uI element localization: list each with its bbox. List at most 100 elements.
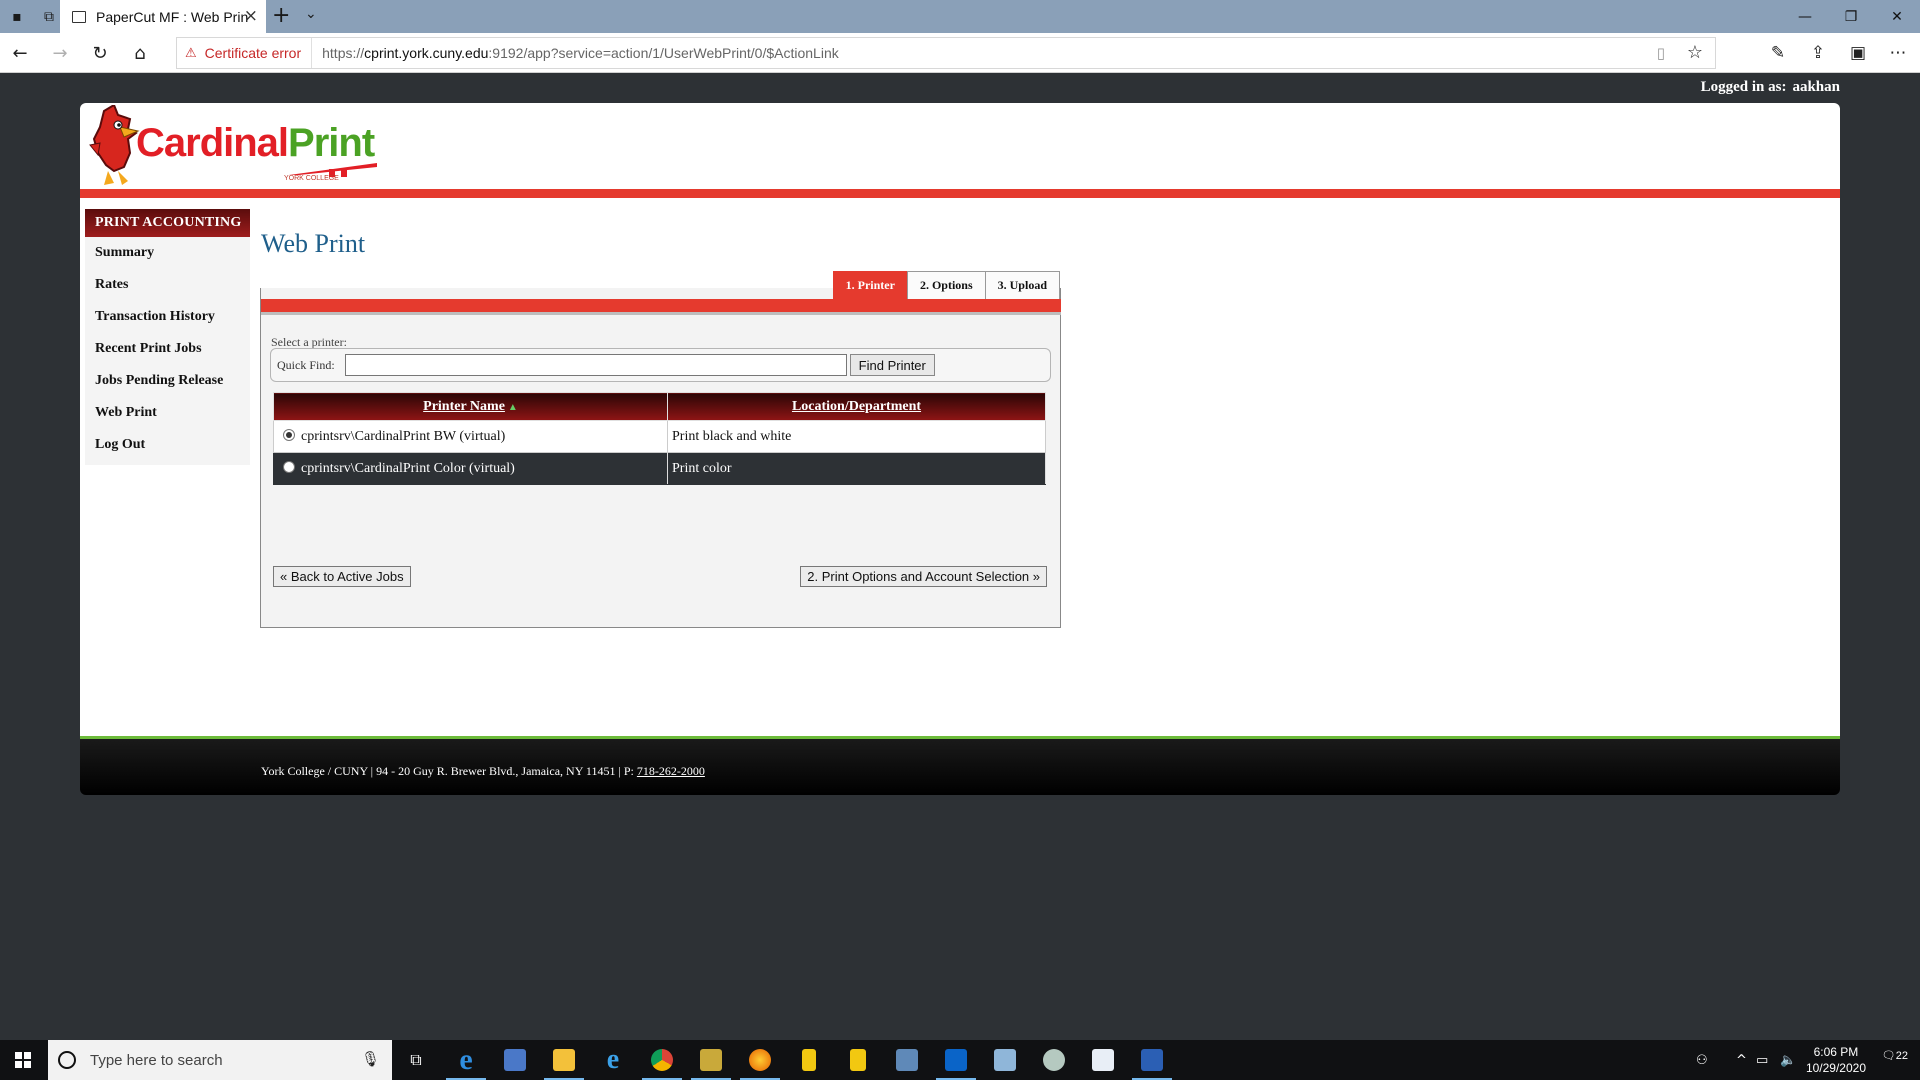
page-icon [72,10,86,23]
home-icon[interactable]: ⌂ [120,33,160,73]
taskbar-clock[interactable]: 6:06 PM 10/29/2020 [1806,1044,1866,1076]
footer-address: York College / CUNY | 94 - 20 Guy R. Bre… [261,764,637,778]
forward-arrow-icon[interactable]: → [40,33,80,73]
reading-view-icon[interactable]: ▯ [1657,44,1665,62]
tab-title: PaperCut MF : Web Prin [96,8,249,25]
address-bar[interactable]: ⚠ Certificate error https://cprint.york.… [176,37,1716,69]
printer-radio-color[interactable] [283,460,295,473]
sidebar-item-transaction-history[interactable]: Transaction History [85,301,250,333]
wizard-band-shadow [261,312,1061,315]
table-row[interactable]: cprintsrv\CardinalPrint BW (virtual) Pri… [273,420,1046,453]
firefox-icon[interactable] [736,1040,784,1080]
sidebar-item-web-print[interactable]: Web Print [85,397,250,429]
printer-table: Printer Name ▲ Location/Department cprint… [273,392,1046,485]
table-row[interactable]: cprintsrv\CardinalPrint Color (virtual) … [273,452,1046,485]
sidebar-item-rates[interactable]: Rates [85,269,250,301]
app-icon-1[interactable] [491,1040,539,1080]
chevron-down-icon[interactable]: ⌄ [305,6,317,22]
microphone-icon[interactable]: 🎙 [361,1050,380,1068]
location-header-label: Location/Department [791,398,922,414]
notification-center-icon[interactable]: 🗨22 [1882,1049,1908,1062]
windows-logo-icon [15,1052,31,1068]
app-icon-4[interactable] [834,1040,882,1080]
url-host: cprint.york.cuny.edu [364,45,489,61]
quick-find-bar: Quick Find: Find Printer [270,348,1051,382]
outlook-icon[interactable] [932,1040,980,1080]
sidebar-item-summary[interactable]: Summary [85,237,250,269]
clock-time: 6:06 PM [1813,1045,1859,1059]
restore-icon[interactable]: ❐ [1828,0,1874,33]
find-printer-button[interactable]: Find Printer [849,354,935,376]
url-prefix: https:// [322,45,365,61]
location-cell: Print color [667,452,1046,485]
internet-explorer-icon[interactable]: e [589,1040,637,1080]
sidebar-item-jobs-pending-release[interactable]: Jobs Pending Release [85,365,250,397]
clock-date: 10/29/2020 [1805,1061,1866,1075]
back-to-active-jobs-button[interactable]: « Back to Active Jobs [273,566,411,587]
printer-name: cprintsrv\CardinalPrint BW (virtual) [301,428,506,444]
new-tab-icon[interactable]: + [272,3,290,28]
step-printer: 1. Printer [832,271,908,299]
wizard-steps: 1. Printer 2. Options 3. Upload [832,271,1060,299]
logged-in-info: Logged in as: aakhan [1701,79,1840,96]
certificate-warning[interactable]: ⚠ Certificate error [177,38,313,68]
cardinal-print-logo[interactable]: CardinalPrint YORK COLLEGE [84,105,384,195]
search-circle-icon [58,1051,76,1069]
sidebar-item-recent-print-jobs[interactable]: Recent Print Jobs [85,333,250,365]
window-close-icon[interactable]: ✕ [1874,0,1920,33]
word-icon[interactable] [1128,1040,1176,1080]
printer-radio-bw[interactable] [283,428,295,441]
more-icon[interactable]: ⋯ [1878,33,1918,73]
close-tab-icon[interactable]: × [244,6,258,26]
quick-find-input[interactable] [344,354,847,376]
app-icon-5[interactable] [883,1040,931,1080]
browser-tab[interactable]: PaperCut MF : Web Prin × [60,0,266,33]
step-options: 2. Options [906,271,986,299]
taskbar-search[interactable]: Type here to search 🎙 [48,1040,392,1080]
location-header[interactable]: Location/Department [667,392,1046,421]
network-icon[interactable]: ▭ [1756,1040,1768,1080]
volume-icon[interactable]: 🔈 [1780,1040,1796,1080]
page-footer: York College / CUNY | 94 - 20 Guy R. Bre… [80,739,1840,795]
edge-browser-icon[interactable]: e [442,1040,490,1080]
people-icon[interactable]: ⚇ [1696,1040,1708,1080]
printer-name-cell[interactable]: cprintsrv\CardinalPrint Color (virtual) [273,452,668,485]
printer-name-header[interactable]: Printer Name ▲ [273,392,668,421]
file-explorer-icon[interactable] [540,1040,588,1080]
chrome-icon[interactable] [638,1040,686,1080]
tray-chevron-icon[interactable]: ^ [1736,1040,1747,1080]
footer-phone-link[interactable]: 718-262-2000 [637,764,705,778]
app-icon-8[interactable] [1079,1040,1127,1080]
sidebar-item-log-out[interactable]: Log Out [85,429,250,461]
windows-taskbar: Type here to search 🎙 ⧉ e e ⚇ ^ ▭ 🔈 6:06… [0,1040,1920,1080]
location-cell: Print black and white [667,420,1046,453]
app-icon-2[interactable] [687,1040,735,1080]
logged-in-label: Logged in as: [1700,79,1787,95]
minimize-icon[interactable]: — [1782,0,1828,33]
extension-icon[interactable]: ▣ [1838,33,1878,73]
cert-error-label: Certificate error [204,45,302,61]
header-divider [80,189,1840,198]
browser-nav-bar: ← → ↻ ⌂ ⚠ Certificate error https://cpri… [0,33,1920,73]
app-icon-6[interactable] [981,1040,1029,1080]
task-view-icon[interactable]: ⧉ [392,1040,440,1080]
printer-name-cell[interactable]: cprintsrv\CardinalPrint BW (virtual) [273,420,668,453]
logo-part2: Print [288,121,375,165]
notification-count: 22 [1895,1050,1908,1062]
favorite-star-icon[interactable]: ☆ [1687,42,1703,63]
share-icon[interactable]: ⇪ [1798,33,1838,73]
print-options-button[interactable]: 2. Print Options and Account Selection » [800,566,1047,587]
tab-actions-icon[interactable]: ▪ [0,0,34,33]
pen-icon[interactable]: ✎ [1758,33,1798,73]
logo-subtitle: YORK COLLEGE [284,175,339,182]
start-button[interactable] [0,1040,46,1080]
refresh-icon[interactable]: ↻ [80,33,120,73]
back-arrow-icon[interactable]: ← [0,33,40,73]
url-text[interactable]: https://cprint.york.cuny.edu:9192/app?se… [312,45,839,61]
app-icon-3[interactable] [785,1040,833,1080]
printer-name-header-label: Printer Name [423,398,505,414]
app-icon-7[interactable] [1030,1040,1078,1080]
logo-wordmark: CardinalPrint [136,121,375,166]
web-print-wizard: 1. Printer 2. Options 3. Upload Select a… [260,271,1061,628]
footer-text: York College / CUNY | 94 - 20 Guy R. Bre… [261,764,705,779]
